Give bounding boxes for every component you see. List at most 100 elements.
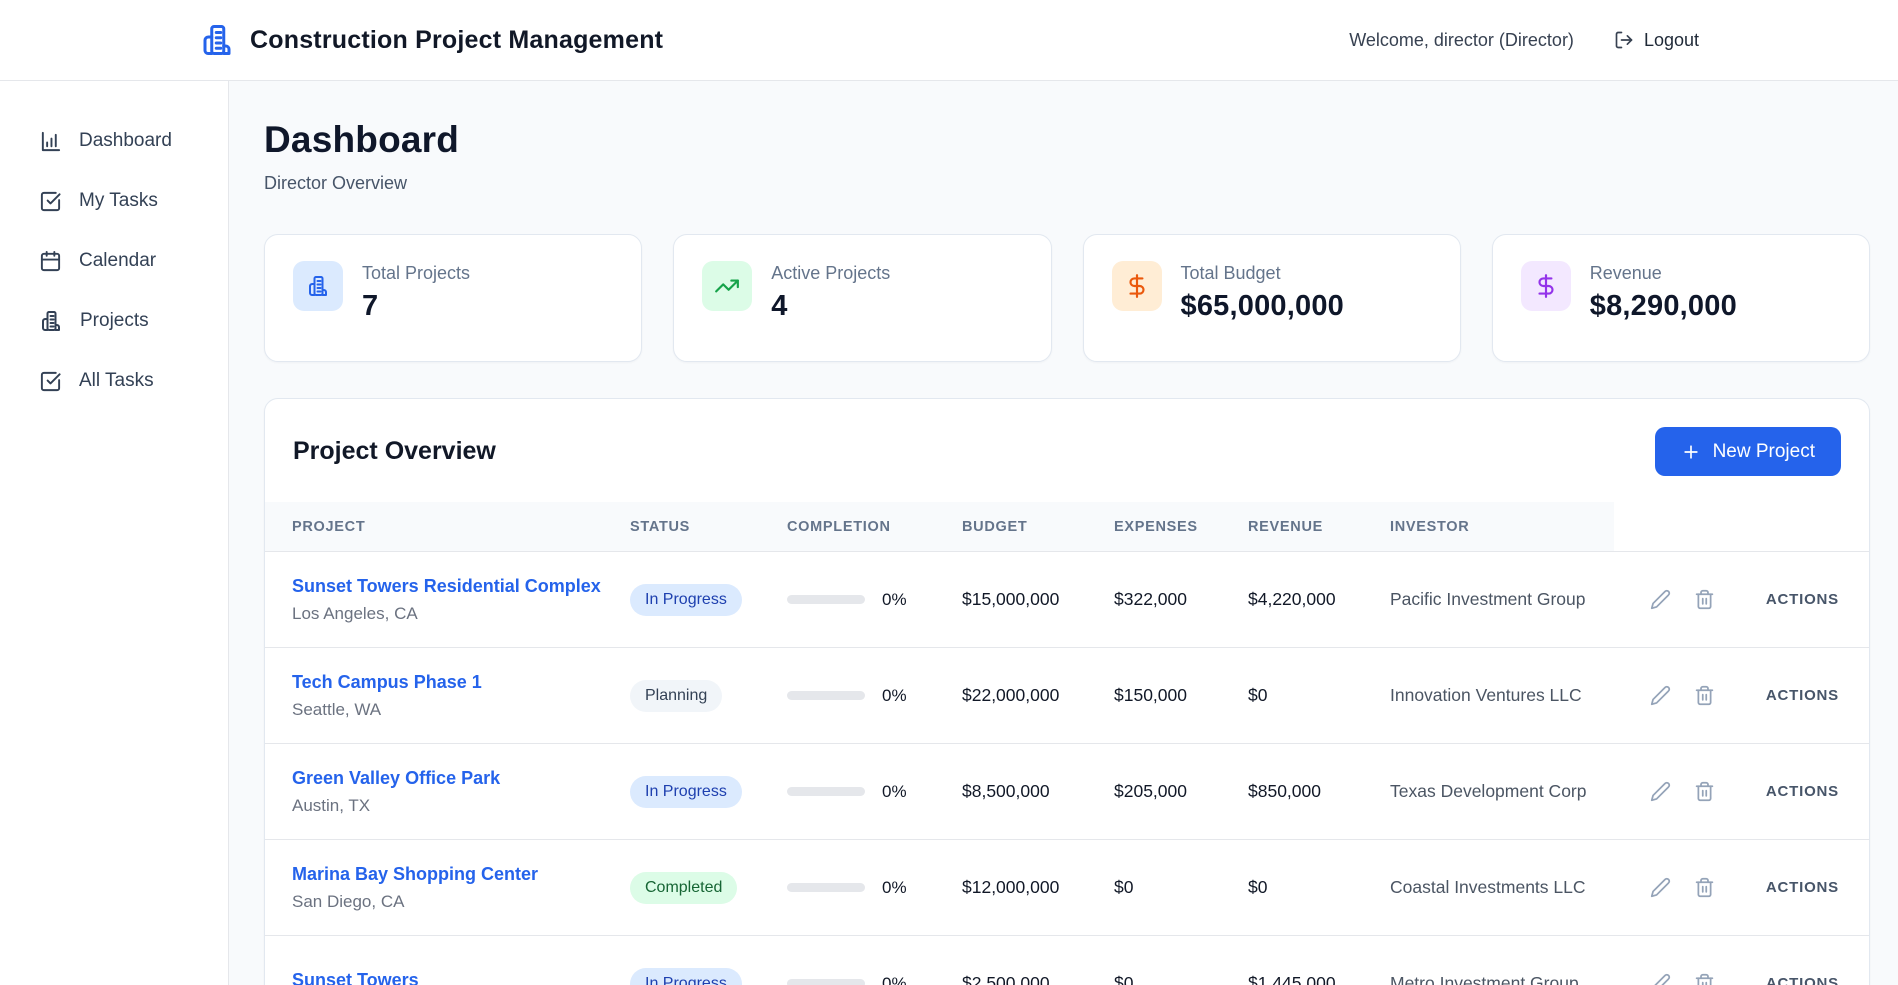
- column-header-investor: Investor: [1390, 502, 1614, 551]
- project-overview-panel: Project Overview New Project ProjectStat…: [264, 398, 1870, 985]
- delete-button[interactable]: [1692, 971, 1717, 985]
- plus-icon: [1681, 442, 1701, 462]
- column-header-budget: Budget: [962, 502, 1114, 551]
- dollar-icon: [1521, 261, 1571, 311]
- sidebar: Dashboard My Tasks Calendar Projects All…: [0, 81, 229, 985]
- pencil-icon: [1650, 877, 1671, 898]
- pencil-icon: [1650, 973, 1671, 985]
- trending-up-icon: [702, 261, 752, 311]
- project-name-link[interactable]: Tech Campus Phase 1: [292, 672, 630, 693]
- actions-label: ACTIONS: [1766, 687, 1839, 704]
- calendar-icon: [39, 250, 62, 273]
- sidebar-item-projects[interactable]: Projects: [0, 299, 228, 343]
- projects-table: ProjectStatusCompletionBudgetExpensesRev…: [265, 502, 1869, 985]
- edit-button[interactable]: [1648, 587, 1673, 612]
- stat-card: Revenue $8,290,000: [1492, 234, 1870, 362]
- sidebar-item-all-tasks[interactable]: All Tasks: [0, 359, 228, 403]
- revenue-value: $850,000: [1248, 781, 1390, 802]
- project-name-link[interactable]: Marina Bay Shopping Center: [292, 864, 630, 885]
- column-header-expenses: Expenses: [1114, 502, 1248, 551]
- budget-value: $15,000,000: [962, 589, 1114, 610]
- actions-label: ACTIONS: [1766, 879, 1839, 896]
- delete-button[interactable]: [1692, 683, 1717, 708]
- project-name-link[interactable]: Sunset Towers: [292, 970, 630, 985]
- project-location: Seattle, WA: [292, 700, 630, 720]
- page-title: Dashboard: [264, 119, 1870, 161]
- status-badge: Completed: [630, 872, 737, 904]
- status-badge: In Progress: [630, 584, 742, 616]
- project-name-link[interactable]: Green Valley Office Park: [292, 768, 630, 789]
- completion-percent: 0%: [882, 782, 907, 802]
- stat-value: 7: [362, 290, 470, 323]
- sidebar-item-my-tasks[interactable]: My Tasks: [0, 179, 228, 223]
- delete-button[interactable]: [1692, 587, 1717, 612]
- stat-cards: Total Projects 7 Active Projects 4 Total…: [264, 234, 1870, 362]
- actions-label: ACTIONS: [1766, 975, 1839, 985]
- investor-name: Innovation Ventures LLC: [1390, 685, 1614, 706]
- brand: Construction Project Management: [199, 22, 663, 58]
- actions-label: ACTIONS: [1766, 591, 1839, 608]
- completion-progress-bar: [787, 883, 865, 892]
- budget-value: $22,000,000: [962, 685, 1114, 706]
- column-header-project: Project: [265, 502, 630, 551]
- completion-progress-bar: [787, 787, 865, 796]
- building-icon: [39, 309, 63, 333]
- completion-progress-bar: [787, 979, 865, 985]
- sidebar-item-dashboard[interactable]: Dashboard: [0, 119, 228, 163]
- investor-name: Metro Investment Group: [1390, 973, 1614, 985]
- completion-progress-bar: [787, 691, 865, 700]
- completion-progress-bar: [787, 595, 865, 604]
- completion-percent: 0%: [882, 590, 907, 610]
- column-header-completion: Completion: [787, 502, 962, 551]
- panel-title: Project Overview: [293, 437, 496, 466]
- building-icon: [199, 22, 235, 58]
- trash-icon: [1694, 589, 1715, 610]
- trash-icon: [1694, 685, 1715, 706]
- new-project-label: New Project: [1713, 441, 1815, 463]
- check-square-icon: [39, 190, 62, 213]
- completion-percent: 0%: [882, 686, 907, 706]
- trash-icon: [1694, 781, 1715, 802]
- delete-button[interactable]: [1692, 875, 1717, 900]
- project-name-link[interactable]: Sunset Towers Residential Complex: [292, 576, 630, 597]
- edit-button[interactable]: [1648, 875, 1673, 900]
- logout-icon: [1614, 30, 1634, 50]
- edit-button[interactable]: [1648, 683, 1673, 708]
- stat-label: Total Projects: [362, 261, 470, 284]
- table-row: Sunset Towers In Progress 0% $2,500,000 …: [265, 935, 1869, 985]
- check-square-icon: [39, 370, 62, 393]
- status-badge: In Progress: [630, 776, 742, 808]
- investor-name: Coastal Investments LLC: [1390, 877, 1614, 898]
- trash-icon: [1694, 877, 1715, 898]
- expenses-value: $150,000: [1114, 685, 1248, 706]
- table-row: Sunset Towers Residential Complex Los An…: [265, 551, 1869, 647]
- revenue-value: $4,220,000: [1248, 589, 1390, 610]
- building-icon: [293, 261, 343, 311]
- investor-name: Pacific Investment Group: [1390, 589, 1614, 610]
- stat-label: Revenue: [1590, 261, 1737, 284]
- table-row: Tech Campus Phase 1 Seattle, WA Planning…: [265, 647, 1869, 743]
- new-project-button[interactable]: New Project: [1655, 427, 1841, 476]
- edit-button[interactable]: [1648, 971, 1673, 985]
- stat-label: Total Budget: [1181, 261, 1344, 284]
- welcome-text: Welcome, director (Director): [1349, 30, 1574, 51]
- completion-percent: 0%: [882, 974, 907, 985]
- dollar-icon: [1112, 261, 1162, 311]
- edit-button[interactable]: [1648, 779, 1673, 804]
- logout-button[interactable]: Logout: [1614, 30, 1699, 51]
- stat-card: Active Projects 4: [673, 234, 1051, 362]
- stat-value: $65,000,000: [1181, 290, 1344, 323]
- budget-value: $8,500,000: [962, 781, 1114, 802]
- app-title: Construction Project Management: [250, 26, 663, 55]
- project-location: Austin, TX: [292, 796, 630, 816]
- top-bar: Construction Project Management Welcome,…: [0, 0, 1898, 81]
- column-header-revenue: Revenue: [1248, 502, 1390, 551]
- sidebar-item-calendar[interactable]: Calendar: [0, 239, 228, 283]
- completion-percent: 0%: [882, 878, 907, 898]
- budget-value: $12,000,000: [962, 877, 1114, 898]
- table-row: Green Valley Office Park Austin, TX In P…: [265, 743, 1869, 839]
- revenue-value: $1,445,000: [1248, 973, 1390, 985]
- delete-button[interactable]: [1692, 779, 1717, 804]
- budget-value: $2,500,000: [962, 973, 1114, 985]
- pencil-icon: [1650, 589, 1671, 610]
